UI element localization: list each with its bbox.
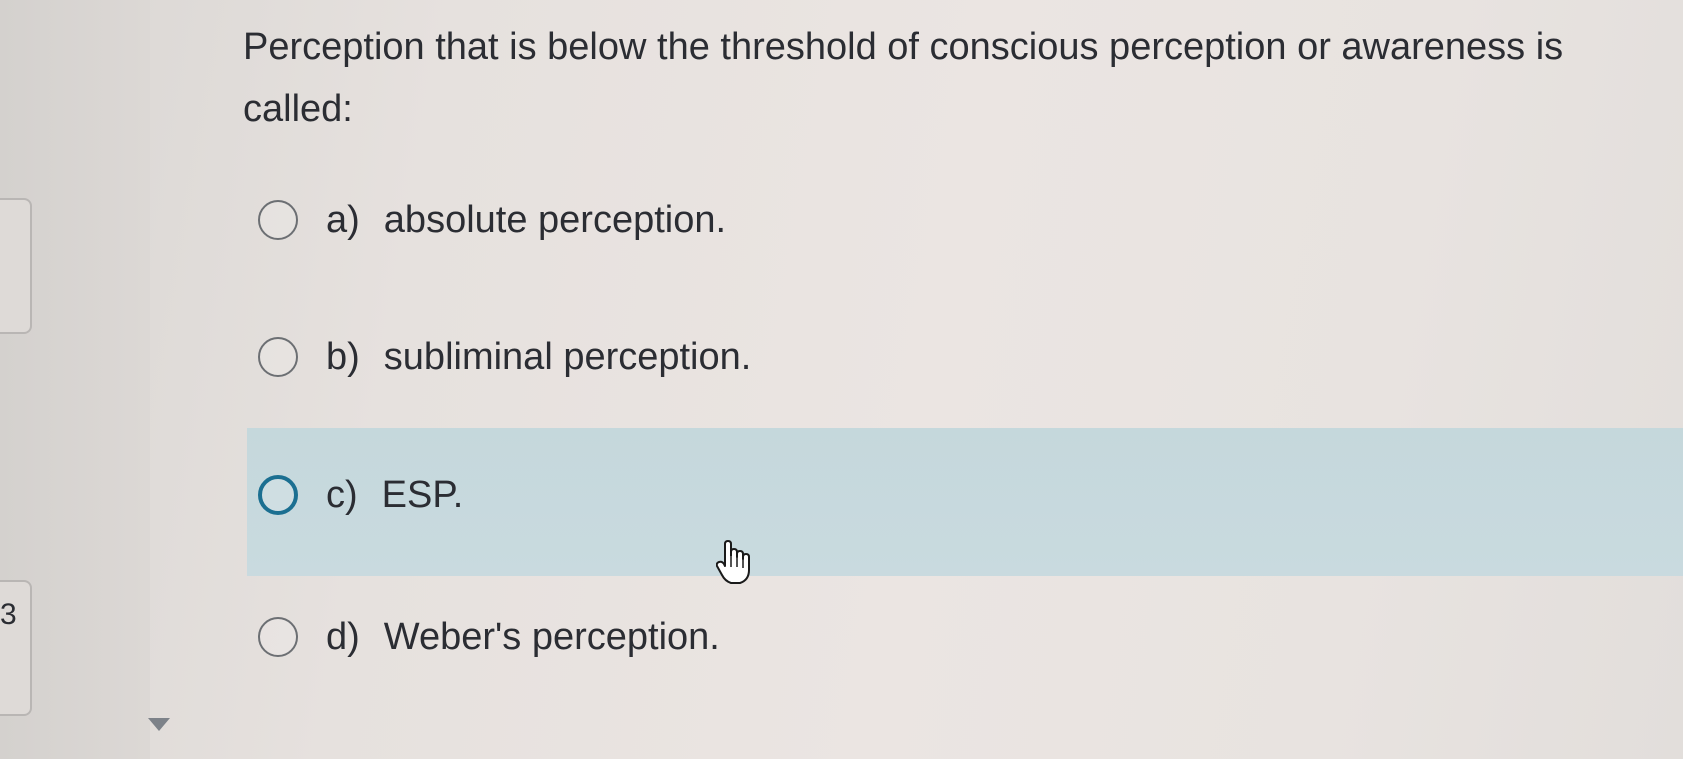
radio-button-c[interactable] xyxy=(258,475,298,515)
radio-button-b[interactable] xyxy=(258,337,298,377)
hand-pointer-icon xyxy=(715,540,750,589)
down-arrow-icon[interactable] xyxy=(148,718,170,731)
option-d[interactable]: d) Weber's perception. xyxy=(258,607,720,667)
option-a[interactable]: a) absolute perception. xyxy=(258,190,726,250)
option-letter: a) xyxy=(326,198,360,241)
side-question-number: 3 xyxy=(0,598,17,631)
radio-button-a[interactable] xyxy=(258,200,298,240)
side-card-top[interactable] xyxy=(0,198,32,334)
option-label[interactable]: subliminal perception. xyxy=(384,336,752,379)
option-label[interactable]: Weber's perception. xyxy=(384,616,720,659)
option-b[interactable]: b) subliminal perception. xyxy=(258,327,751,387)
option-letter: d) xyxy=(326,615,360,658)
question-text: Perception that is below the threshold o… xyxy=(243,26,1564,130)
option-letter: b) xyxy=(326,335,360,378)
option-label[interactable]: ESP. xyxy=(382,474,464,517)
option-c[interactable]: c) ESP. xyxy=(258,465,463,525)
radio-button-d[interactable] xyxy=(258,617,298,657)
option-label[interactable]: absolute perception. xyxy=(384,199,726,242)
option-letter: c) xyxy=(326,473,358,516)
